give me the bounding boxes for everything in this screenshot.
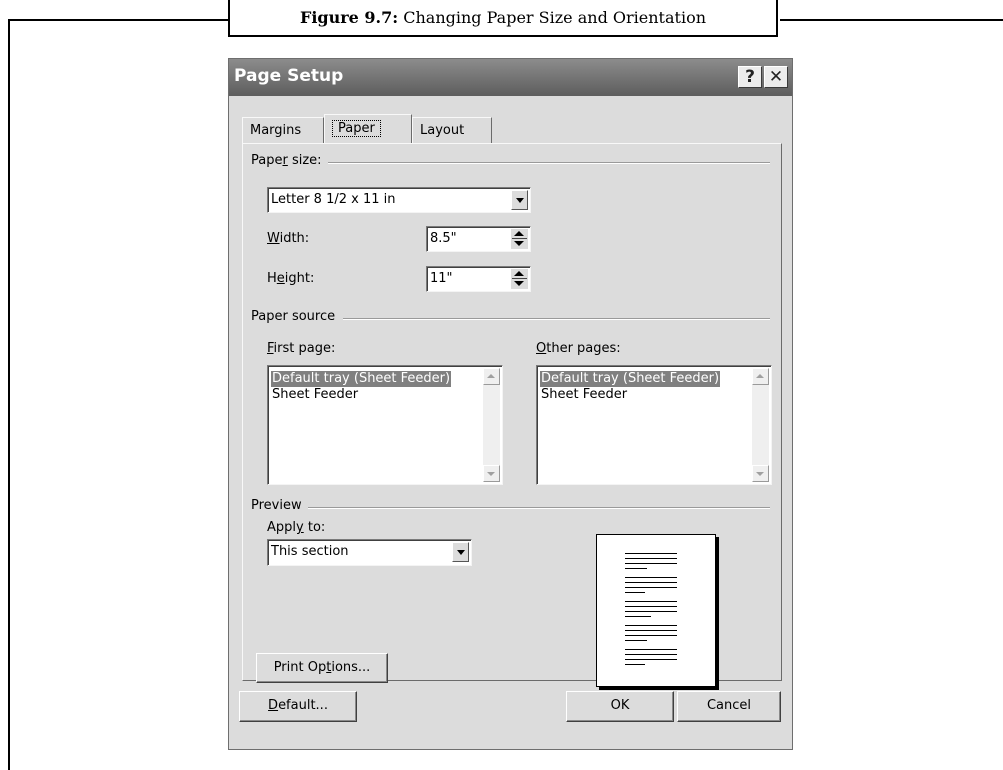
figure-caption-text: Changing Paper Size and Orientation <box>403 8 707 27</box>
paper-source-group-label: Paper source <box>251 309 342 324</box>
close-icon: ✕ <box>768 67 784 87</box>
height-value: 11" <box>430 271 453 286</box>
apply-to-dropdown-icon[interactable] <box>452 542 469 562</box>
width-stepper[interactable]: 8.5" <box>426 226 531 252</box>
figure-frame-top-right <box>780 19 1003 21</box>
paper-size-select[interactable]: Letter 8 1/2 x 11 in <box>267 187 531 213</box>
help-icon: ? <box>745 67 755 87</box>
figure-frame-left <box>8 19 10 770</box>
scroll-up-icon[interactable] <box>752 368 769 385</box>
first-page-item-sheet-feeder[interactable]: Sheet Feeder <box>271 387 359 403</box>
height-spinner-icon[interactable] <box>511 269 528 289</box>
height-label: Height: <box>267 271 315 286</box>
figure-frame-top-left <box>8 19 228 21</box>
other-pages-scrollbar[interactable] <box>752 368 769 482</box>
dialog-title: Page Setup <box>234 66 344 86</box>
tab-margins-label: Margins <box>250 123 302 138</box>
first-page-list[interactable]: Default tray (Sheet Feeder) Sheet Feeder <box>267 365 503 485</box>
apply-to-value: This section <box>271 544 349 559</box>
other-pages-label: Other pages: <box>536 341 621 356</box>
first-page-item-default-tray[interactable]: Default tray (Sheet Feeder) <box>271 371 452 387</box>
width-label: Width: <box>267 231 310 246</box>
preview-divider <box>307 507 770 509</box>
first-page-label: First page: <box>267 341 336 356</box>
cancel-button[interactable]: Cancel <box>677 691 781 722</box>
close-button[interactable]: ✕ <box>764 66 788 88</box>
paper-size-group-label: Paper size: <box>251 153 328 168</box>
paper-size-value: Letter 8 1/2 x 11 in <box>271 192 396 207</box>
apply-to-label: Apply to: <box>267 520 326 535</box>
title-bar[interactable]: Page Setup ? ✕ <box>229 59 792 96</box>
help-button[interactable]: ? <box>738 66 762 88</box>
paper-source-divider <box>343 318 770 320</box>
tab-layout[interactable]: Layout <box>412 117 492 143</box>
figure-caption-label: Figure 9.7: <box>299 8 399 27</box>
other-pages-item-sheet-feeder[interactable]: Sheet Feeder <box>540 387 628 403</box>
default-button[interactable]: Default... <box>239 691 357 722</box>
scroll-up-icon[interactable] <box>483 368 500 385</box>
other-pages-list[interactable]: Default tray (Sheet Feeder) Sheet Feeder <box>536 365 772 485</box>
ok-button[interactable]: OK <box>566 691 674 722</box>
figure-caption: Figure 9.7: Changing Paper Size and Orie… <box>230 8 776 27</box>
paper-size-divider <box>315 162 770 164</box>
width-value: 8.5" <box>430 231 457 246</box>
first-page-scrollbar[interactable] <box>483 368 500 482</box>
page-preview-thumbnail <box>596 534 716 687</box>
other-pages-item-default-tray[interactable]: Default tray (Sheet Feeder) <box>540 371 721 387</box>
height-stepper[interactable]: 11" <box>426 266 531 292</box>
apply-to-select[interactable]: This section <box>267 539 472 566</box>
preview-group-label: Preview <box>251 498 308 513</box>
print-options-button[interactable]: Print Options... <box>256 653 388 683</box>
scroll-down-icon[interactable] <box>752 465 769 482</box>
tab-paper[interactable]: Paper <box>324 114 412 143</box>
page-setup-dialog: Page Setup ? ✕ Margins Layout Paper Pape… <box>228 58 793 750</box>
width-spinner-icon[interactable] <box>511 229 528 249</box>
tab-margins[interactable]: Margins <box>242 117 324 143</box>
paper-size-dropdown-icon[interactable] <box>511 190 528 210</box>
tab-paper-label: Paper <box>332 120 381 137</box>
paper-tab-panel: Paper size: Letter 8 1/2 x 11 in Width: … <box>242 143 782 687</box>
scroll-down-icon[interactable] <box>483 465 500 482</box>
tab-layout-label: Layout <box>420 123 465 138</box>
figure-caption-box: Figure 9.7: Changing Paper Size and Orie… <box>228 0 778 37</box>
